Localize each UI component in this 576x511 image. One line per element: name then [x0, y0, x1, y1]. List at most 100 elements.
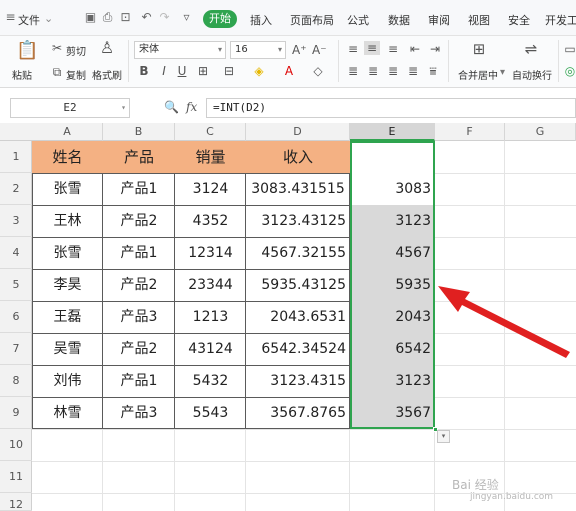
cell-sales[interactable]: 12314: [175, 237, 246, 269]
auto-fill-options-icon[interactable]: ▾: [437, 430, 450, 443]
cell-income[interactable]: 3123.43125: [246, 205, 350, 237]
row-header[interactable]: 11: [0, 461, 32, 493]
italic-icon[interactable]: I: [158, 64, 170, 78]
print-icon[interactable]: ⎙: [101, 11, 114, 24]
cell-sales[interactable]: 5543: [175, 397, 246, 429]
font-name-select[interactable]: 宋体 ▾: [134, 41, 226, 59]
merge-center-icon[interactable]: ⊞: [470, 42, 488, 57]
cell-result[interactable]: 3123: [350, 205, 435, 237]
row-header[interactable]: 3: [0, 205, 32, 237]
column-header-g[interactable]: G: [505, 123, 576, 141]
tab-page-layout[interactable]: 页面布局: [290, 12, 334, 28]
header-cell-name[interactable]: 姓名: [32, 141, 103, 173]
cell-name[interactable]: 王磊: [32, 301, 103, 333]
align-top-icon[interactable]: ≡: [346, 42, 360, 56]
indent-decrease-icon[interactable]: ⇤: [408, 42, 422, 56]
column-header-c[interactable]: C: [175, 123, 246, 141]
row-header[interactable]: 9: [0, 397, 32, 429]
indent-increase-icon[interactable]: ⇥: [428, 42, 442, 56]
cell-name[interactable]: 张雪: [32, 173, 103, 205]
cut-button[interactable]: 剪切: [66, 43, 86, 58]
tab-developer[interactable]: 开发工: [545, 12, 576, 28]
zoom-icon[interactable]: 🔍: [164, 100, 179, 114]
row-header[interactable]: 10: [0, 429, 32, 461]
align-center-icon[interactable]: ≣: [366, 64, 380, 78]
cell-product[interactable]: 产品2: [103, 269, 175, 301]
chevron-down-icon[interactable]: ⌄: [44, 12, 53, 25]
border-icon[interactable]: ⊞: [196, 64, 210, 78]
decrease-font-icon[interactable]: A⁻: [312, 43, 327, 57]
cell-product[interactable]: 产品2: [103, 205, 175, 237]
bold-icon[interactable]: B: [138, 64, 150, 78]
row-header[interactable]: 5: [0, 269, 32, 301]
cell-income[interactable]: 5935.43125: [246, 269, 350, 301]
formula-input[interactable]: =INT(D2): [206, 98, 576, 118]
row-header[interactable]: 4: [0, 237, 32, 269]
column-header-d[interactable]: D: [246, 123, 350, 141]
column-header-a[interactable]: A: [32, 123, 103, 141]
distributed-icon[interactable]: ⩸: [426, 64, 440, 78]
align-right-icon[interactable]: ≣: [386, 64, 400, 78]
align-bottom-icon[interactable]: ≡: [386, 42, 400, 56]
cell-name[interactable]: 吴雪: [32, 333, 103, 365]
row-header[interactable]: 8: [0, 365, 32, 397]
tab-start[interactable]: 开始: [203, 10, 237, 28]
cell-sales[interactable]: 5432: [175, 365, 246, 397]
fx-icon[interactable]: fx: [186, 100, 197, 114]
file-menu[interactable]: 文件: [18, 12, 40, 28]
cell-style-icon[interactable]: ⊟: [222, 64, 236, 78]
cell-sales[interactable]: 43124: [175, 333, 246, 365]
cell-income[interactable]: 3123.4315: [246, 365, 350, 397]
wrap-text-button[interactable]: 自动换行: [512, 67, 552, 82]
cell-result-active[interactable]: 3083: [350, 173, 435, 205]
cell-product[interactable]: 产品1: [103, 365, 175, 397]
print-preview-icon[interactable]: ⊡: [119, 11, 132, 24]
cell-result[interactable]: 2043: [350, 301, 435, 333]
cell-result[interactable]: 6542: [350, 333, 435, 365]
tab-data[interactable]: 数据: [388, 12, 410, 28]
hamburger-icon[interactable]: ≡: [4, 11, 17, 24]
justify-icon[interactable]: ≣: [406, 64, 420, 78]
cell-product[interactable]: 产品1: [103, 173, 175, 205]
cell-product[interactable]: 产品2: [103, 333, 175, 365]
cell-name[interactable]: 李昊: [32, 269, 103, 301]
format-painter-icon[interactable]: ♙: [98, 40, 116, 56]
tab-security[interactable]: 安全: [508, 12, 530, 28]
cell-sales[interactable]: 3124: [175, 173, 246, 205]
font-size-select[interactable]: 16 ▾: [230, 41, 286, 59]
redo-icon[interactable]: ↷: [158, 11, 171, 24]
column-header-b[interactable]: B: [103, 123, 175, 141]
cell-sales[interactable]: 4352: [175, 205, 246, 237]
row-header[interactable]: 1: [0, 141, 32, 173]
paste-button[interactable]: 粘贴: [12, 67, 32, 82]
cell-result[interactable]: 4567: [350, 237, 435, 269]
cell-income[interactable]: 2043.6531: [246, 301, 350, 333]
align-left-icon[interactable]: ≣: [346, 64, 360, 78]
cell-name[interactable]: 张雪: [32, 237, 103, 269]
cell-income[interactable]: 3083.431515: [246, 173, 350, 205]
tab-formulas[interactable]: 公式: [347, 12, 369, 28]
cut-icon[interactable]: ✂: [51, 41, 63, 55]
cell-product[interactable]: 产品1: [103, 237, 175, 269]
chevron-down-icon[interactable]: ▾: [500, 67, 505, 78]
copy-icon[interactable]: ⧉: [51, 65, 63, 79]
cell-grid[interactable]: 姓名 产品 销量 收入 张雪 产品1 3124 3083.431515 3083…: [32, 141, 576, 511]
merge-center-button[interactable]: 合并居中: [458, 67, 498, 82]
row-header[interactable]: 12: [0, 493, 32, 511]
format-painter-button[interactable]: 格式刷: [92, 67, 122, 82]
column-header-f[interactable]: F: [435, 123, 505, 141]
save-icon[interactable]: ▣: [84, 11, 97, 24]
align-middle-icon[interactable]: ≡: [364, 41, 380, 55]
increase-font-icon[interactable]: A⁺: [292, 43, 307, 57]
cell-income[interactable]: 4567.32155: [246, 237, 350, 269]
tab-view[interactable]: 视图: [468, 12, 490, 28]
row-header[interactable]: 6: [0, 301, 32, 333]
header-cell-income[interactable]: 收入: [246, 141, 350, 173]
percent-icon[interactable]: ◎: [564, 64, 576, 78]
cell-product[interactable]: 产品3: [103, 301, 175, 333]
row-header[interactable]: 7: [0, 333, 32, 365]
underline-icon[interactable]: U: [176, 64, 188, 78]
cell-result[interactable]: 3123: [350, 365, 435, 397]
undo-icon[interactable]: ↶: [140, 11, 153, 24]
tab-insert[interactable]: 插入: [250, 12, 272, 28]
